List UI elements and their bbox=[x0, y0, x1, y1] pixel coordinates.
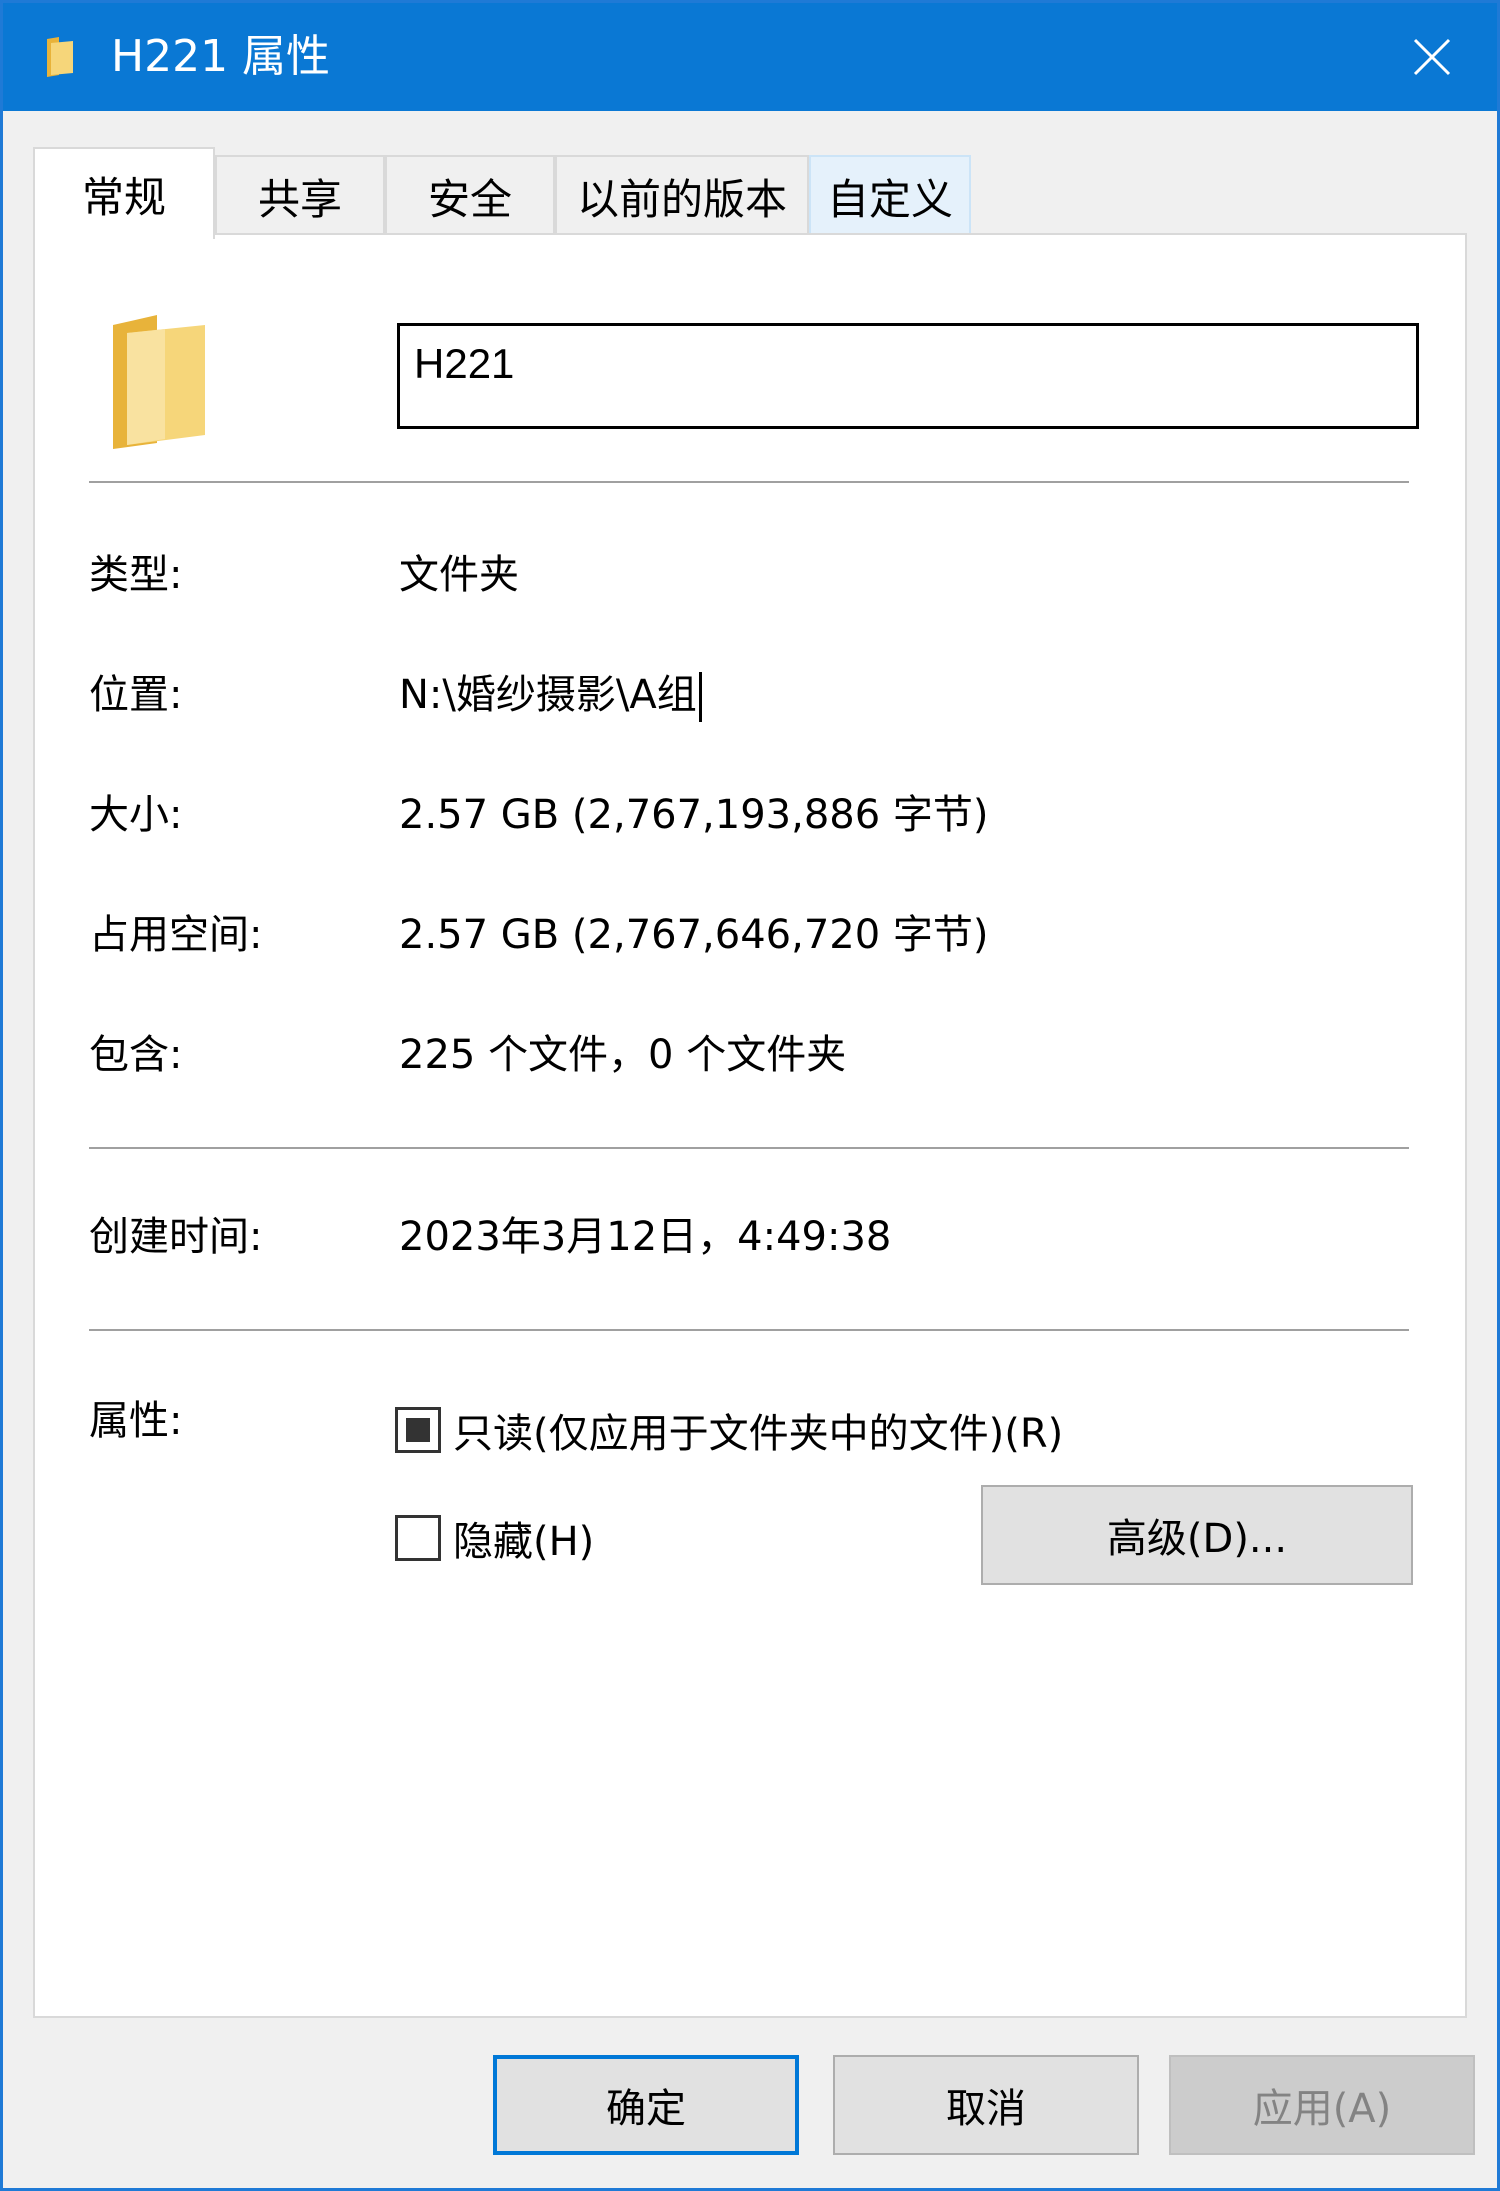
tab-previous-versions[interactable]: 以前的版本 bbox=[555, 155, 809, 235]
size-on-disk-value: 2.57 GB (2,767,646,720 字节) bbox=[399, 912, 989, 958]
location-label: 位置: bbox=[89, 672, 183, 718]
tab-customize[interactable]: 自定义 bbox=[809, 155, 971, 235]
hidden-row: 隐藏(H) bbox=[395, 1509, 594, 1567]
close-icon bbox=[1413, 38, 1451, 76]
created-value: 2023年3月12日，4:49:38 bbox=[399, 1214, 892, 1260]
type-label: 类型: bbox=[89, 552, 183, 598]
readonly-checkbox[interactable] bbox=[395, 1407, 441, 1453]
apply-button[interactable]: 应用(A) bbox=[1169, 2055, 1475, 2155]
created-label: 创建时间: bbox=[89, 1214, 263, 1260]
contains-label: 包含: bbox=[89, 1032, 183, 1078]
tab-sharing[interactable]: 共享 bbox=[215, 155, 385, 235]
folder-icon bbox=[113, 315, 205, 449]
ok-button[interactable]: 确定 bbox=[493, 2055, 799, 2155]
title-bar[interactable]: H221 属性 bbox=[3, 3, 1497, 111]
hidden-checkbox[interactable] bbox=[395, 1515, 441, 1561]
readonly-label: 只读(仅应用于文件夹中的文件)(R) bbox=[453, 1411, 1064, 1457]
properties-dialog: H221 属性 常规 共享 安全 以前的版本 自定义 H221 类型: 文件夹 … bbox=[0, 0, 1500, 2191]
folder-name-input[interactable]: H221 bbox=[397, 323, 1419, 429]
location-value: N:\婚纱摄影\A组 bbox=[399, 672, 697, 718]
tab-general[interactable]: 常规 bbox=[33, 147, 215, 239]
advanced-button[interactable]: 高级(D)... bbox=[981, 1485, 1413, 1585]
size-label: 大小: bbox=[89, 792, 183, 838]
indeterminate-mark bbox=[406, 1418, 430, 1442]
window-title: H221 属性 bbox=[111, 31, 331, 82]
attributes-label: 属性: bbox=[89, 1398, 183, 1444]
size-on-disk-label: 占用空间: bbox=[89, 912, 263, 958]
location-value-field[interactable]: N:\婚纱摄影\A组 bbox=[399, 667, 702, 723]
cancel-button[interactable]: 取消 bbox=[833, 2055, 1139, 2155]
close-button[interactable] bbox=[1367, 3, 1497, 111]
tab-security[interactable]: 安全 bbox=[385, 155, 555, 235]
size-value: 2.57 GB (2,767,193,886 字节) bbox=[399, 792, 989, 838]
separator bbox=[89, 1147, 1409, 1149]
text-caret bbox=[698, 672, 702, 722]
general-panel: H221 类型: 文件夹 位置: N:\婚纱摄影\A组 大小: 2.57 GB … bbox=[33, 233, 1467, 2018]
folder-icon bbox=[47, 37, 73, 77]
separator bbox=[89, 481, 1409, 483]
hidden-label: 隐藏(H) bbox=[453, 1519, 595, 1565]
type-value: 文件夹 bbox=[399, 552, 519, 598]
readonly-row: 只读(仅应用于文件夹中的文件)(R) bbox=[395, 1401, 1063, 1459]
separator bbox=[89, 1329, 1409, 1331]
contains-value: 225 个文件，0 个文件夹 bbox=[399, 1032, 847, 1078]
